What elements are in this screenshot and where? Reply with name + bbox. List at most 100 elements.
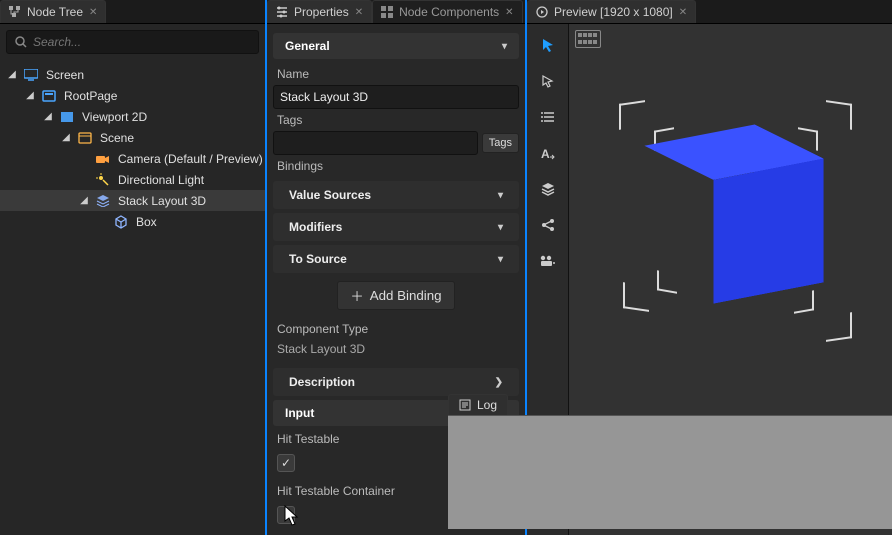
record-icon [540, 255, 556, 267]
expand-toggle[interactable]: ◢ [78, 195, 90, 206]
tab-node-components[interactable]: Node Components ✕ [372, 0, 522, 23]
svg-text:A: A [541, 147, 550, 160]
hit-testable-container-checkbox[interactable] [277, 506, 295, 524]
tree-item-box[interactable]: Box [0, 211, 265, 232]
tree-item-light[interactable]: Directional Light [0, 169, 265, 190]
camera-bracket [619, 100, 645, 130]
chevron-down-icon: ▾ [498, 254, 503, 265]
screen-icon [24, 69, 40, 81]
group-to-source-label: To Source [289, 252, 347, 266]
keyboard-icon[interactable] [575, 30, 601, 48]
tab-properties-label: Properties [294, 5, 349, 19]
chevron-down-icon: ▾ [498, 222, 503, 233]
tree-label: RootPage [64, 89, 265, 103]
tree-item-screen[interactable]: ◢ Screen [0, 64, 265, 85]
tree-icon [9, 6, 21, 18]
hit-testable-checkbox[interactable]: ✓ [277, 454, 295, 472]
select-tool[interactable] [534, 34, 562, 56]
tab-node-components-label: Node Components [399, 5, 499, 19]
properties-icon [276, 6, 288, 18]
tab-preview[interactable]: Preview [1920 x 1080] ✕ [527, 0, 696, 23]
chevron-right-icon: ❯ [495, 377, 503, 388]
pointer-icon [540, 37, 556, 53]
tags-button[interactable]: Tags [482, 133, 519, 153]
tags-input[interactable] [273, 131, 478, 155]
tab-log[interactable]: Log [448, 394, 508, 415]
share-tool[interactable] [534, 214, 562, 236]
camera-bracket [623, 282, 649, 312]
properties-tabs: Properties ✕ Node Components ✕ [267, 0, 525, 24]
name-input[interactable] [273, 85, 519, 109]
section-general[interactable]: General ▾ [273, 33, 519, 59]
bindings-label: Bindings [273, 155, 519, 177]
node-tree: ◢ Screen ◢ RootPage ◢ Viewport 2D [0, 60, 265, 236]
scene-icon [78, 132, 94, 144]
tree-label: Camera (Default / Preview) [118, 152, 265, 166]
camera-bracket [657, 270, 677, 294]
search-row [0, 24, 265, 60]
components-icon [381, 6, 393, 18]
group-modifiers-label: Modifiers [289, 220, 342, 234]
tab-node-tree[interactable]: Node Tree ✕ [0, 0, 106, 23]
preview-tabs: Preview [1920 x 1080] ✕ [527, 0, 892, 24]
plus-icon: ＋ [350, 286, 363, 305]
group-modifiers[interactable]: Modifiers ▾ [273, 213, 519, 241]
list-tool[interactable] [534, 106, 562, 128]
layers-icon [541, 182, 555, 196]
node-tree-tabs: Node Tree ✕ [0, 0, 265, 24]
viewport-icon [60, 111, 76, 123]
tree-item-rootpage[interactable]: ◢ RootPage [0, 85, 265, 106]
tab-log-label: Log [477, 398, 497, 412]
close-icon[interactable]: ✕ [679, 7, 687, 18]
tab-preview-label: Preview [1920 x 1080] [554, 5, 673, 19]
search-box[interactable] [6, 30, 259, 54]
light-icon [96, 173, 112, 187]
camera-bracket [794, 290, 814, 314]
tree-label: Viewport 2D [82, 110, 265, 124]
play-icon [536, 6, 548, 18]
close-icon[interactable]: ✕ [355, 7, 363, 18]
search-icon [15, 36, 27, 48]
tree-item-viewport2d[interactable]: ◢ Viewport 2D [0, 106, 265, 127]
tree-item-stacklayout3d[interactable]: ◢ Stack Layout 3D [0, 190, 265, 211]
tab-properties[interactable]: Properties ✕ [267, 0, 372, 23]
layers-tool[interactable] [534, 178, 562, 200]
search-input[interactable] [33, 35, 250, 49]
tree-item-camera[interactable]: Camera (Default / Preview) [0, 148, 265, 169]
section-description[interactable]: Description ❯ [273, 368, 519, 396]
cursor-icon [541, 74, 555, 88]
move-tool[interactable] [534, 70, 562, 92]
expand-toggle[interactable]: ◢ [60, 132, 72, 143]
tags-label: Tags [273, 109, 519, 131]
camera-icon [96, 153, 112, 165]
close-icon[interactable]: ✕ [89, 7, 97, 18]
box-icon [114, 215, 130, 229]
group-value-sources[interactable]: Value Sources ▾ [273, 181, 519, 209]
cube-front-face [713, 159, 823, 304]
section-input-label: Input [285, 406, 314, 420]
log-icon [459, 399, 471, 411]
expand-toggle[interactable]: ◢ [6, 69, 18, 80]
camera-bracket [826, 312, 852, 342]
record-tool[interactable] [534, 250, 562, 272]
stack-icon [96, 195, 112, 207]
add-binding-label: Add Binding [370, 288, 442, 303]
chevron-down-icon: ▾ [502, 41, 507, 52]
text-icon: A [541, 146, 555, 160]
name-label: Name [273, 63, 519, 85]
tree-label: Screen [46, 68, 265, 82]
tree-item-scene[interactable]: ◢ Scene [0, 127, 265, 148]
expand-toggle[interactable]: ◢ [24, 90, 36, 101]
page-icon [42, 90, 58, 102]
preview-cube[interactable] [679, 142, 789, 287]
log-panel[interactable]: Log [448, 415, 892, 529]
close-icon[interactable]: ✕ [505, 7, 513, 18]
section-description-label: Description [289, 375, 355, 389]
group-to-source[interactable]: To Source ▾ [273, 245, 519, 273]
group-value-sources-label: Value Sources [289, 188, 371, 202]
text-tool[interactable]: A [534, 142, 562, 164]
add-binding-button[interactable]: ＋ Add Binding [337, 281, 454, 310]
expand-toggle[interactable]: ◢ [42, 111, 54, 122]
component-type-value: Stack Layout 3D [273, 340, 519, 364]
chevron-down-icon: ▾ [498, 190, 503, 201]
